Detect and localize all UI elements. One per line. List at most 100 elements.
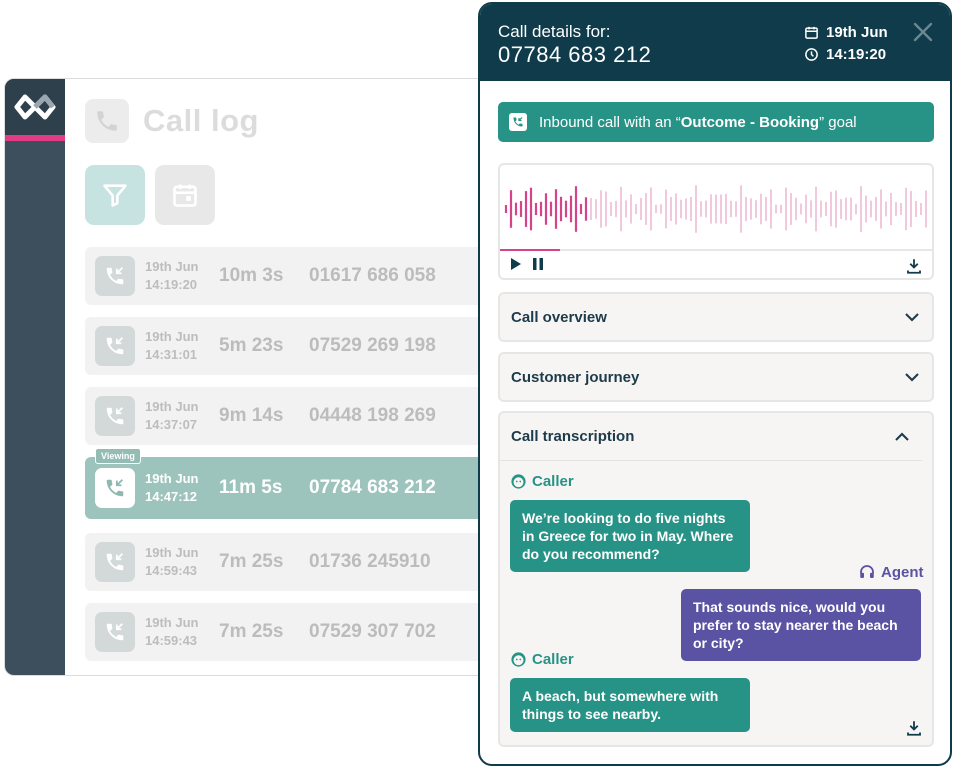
goal-banner: Inbound call with an “Outcome - Booking”…: [498, 102, 934, 142]
audio-player: [498, 163, 934, 280]
row-datetime: 19th Jun 14:59:43: [145, 614, 219, 650]
sidebar: [5, 79, 65, 675]
call-time-text: 14:19:20: [826, 45, 887, 63]
row-number: 07529 269 198: [309, 335, 436, 356]
chevron-up-icon: [895, 432, 909, 441]
row-datetime: 19th Jun 14:59:43: [145, 544, 219, 580]
row-datetime: 19th Jun 14:31:01: [145, 328, 219, 364]
row-number: 04448 198 269: [309, 405, 436, 426]
incoming-call-icon: [106, 479, 124, 497]
close-icon: [913, 22, 933, 42]
row-time: 14:19:20: [145, 277, 198, 292]
row-date: 19th Jun: [145, 471, 199, 486]
message-bubble: We’re looking to do five nights in Greec…: [510, 500, 750, 572]
row-icon: [95, 468, 135, 508]
panel-header: Call details for: 07784 683 212 19th Jun…: [480, 4, 950, 81]
row-date: 19th Jun: [145, 399, 199, 414]
calendar-icon: [173, 184, 197, 207]
filter-icon: [103, 184, 127, 207]
clock-icon: [805, 47, 818, 61]
panel-label: Call details for:: [498, 22, 611, 41]
row-number: 01736 245910: [309, 551, 431, 572]
speaker-name: Agent: [881, 563, 924, 581]
audio-progress-fill: [500, 249, 561, 251]
player-controls: [509, 257, 545, 271]
row-time: 14:59:43: [145, 563, 198, 578]
row-time: 14:47:12: [145, 489, 198, 504]
row-icon: [95, 612, 135, 652]
goal-icon: [509, 113, 527, 131]
call-overview-accordion[interactable]: Call overview: [498, 292, 934, 342]
logo[interactable]: [5, 79, 65, 141]
pause-icon[interactable]: [531, 257, 545, 271]
row-duration: 5m 23s: [219, 335, 284, 356]
row-number: 07784 683 212: [309, 477, 436, 498]
headset-icon: [860, 565, 874, 578]
row-icon: [95, 542, 135, 582]
audio-waveform[interactable]: [504, 179, 930, 239]
speaker-name: Caller: [532, 473, 574, 490]
viewing-badge: Viewing: [95, 448, 141, 464]
caller-face-icon: [511, 652, 526, 667]
goal-suffix: ” goal: [819, 113, 857, 131]
call-transcription-section: Call transcription Caller We’re looking …: [498, 411, 934, 747]
row-date: 19th Jun: [145, 329, 199, 344]
play-icon[interactable]: [509, 257, 523, 271]
speaker-caller: Caller: [510, 473, 574, 490]
message-bubble: A beach, but somewhere with things to se…: [510, 678, 750, 732]
call-overview-label: Call overview: [511, 308, 607, 326]
row-number: 01617 686 058: [309, 265, 436, 286]
download-icon[interactable]: [905, 719, 923, 737]
row-icon: [95, 396, 135, 436]
row-duration: 7m 25s: [219, 621, 284, 642]
goal-prefix: Inbound call with an “: [539, 113, 681, 131]
call-meta: 19th Jun 14:19:20: [804, 21, 888, 65]
page-header: Call log: [85, 99, 259, 143]
customer-journey-label: Customer journey: [511, 368, 640, 386]
message-bubble: That sounds nice, would you prefer to st…: [681, 589, 921, 661]
caller-face-icon: [511, 474, 526, 489]
date-button[interactable]: [155, 165, 215, 225]
row-duration: 11m 5s: [219, 477, 283, 498]
toolbar: [85, 165, 215, 225]
row-date: 19th Jun: [145, 259, 199, 274]
chevron-down-icon: [905, 313, 919, 322]
calendar-icon: [805, 26, 818, 39]
row-duration: 7m 25s: [219, 551, 284, 572]
row-datetime: 19th Jun 14:37:07: [145, 398, 219, 434]
audio-progress[interactable]: [500, 249, 932, 251]
customer-journey-accordion[interactable]: Customer journey: [498, 352, 934, 402]
row-icon: [95, 326, 135, 366]
row-icon: [95, 256, 135, 296]
panel-phone-number: 07784 683 212: [498, 42, 652, 67]
incoming-call-icon: [106, 267, 124, 285]
call-transcription-header[interactable]: Call transcription: [500, 413, 922, 461]
page-title: Call log: [143, 103, 259, 138]
incoming-call-icon: [106, 407, 124, 425]
incoming-call-icon: [106, 623, 124, 641]
row-duration: 10m 3s: [219, 265, 284, 286]
speaker-name: Caller: [532, 651, 574, 668]
download-icon[interactable]: [905, 257, 923, 275]
incoming-call-icon: [106, 337, 124, 355]
call-date: 19th Jun: [804, 21, 888, 43]
speaker-caller: Caller: [510, 651, 574, 668]
row-datetime: 19th Jun 14:47:12: [145, 470, 219, 506]
call-transcription-label: Call transcription: [511, 428, 635, 445]
incoming-call-icon: [106, 553, 124, 571]
call-date-text: 19th Jun: [826, 23, 888, 41]
row-time: 14:31:01: [145, 347, 198, 362]
logo-icon: [14, 94, 56, 120]
page-icon: [85, 99, 129, 143]
speaker-agent: Agent: [858, 563, 924, 581]
row-date: 19th Jun: [145, 545, 199, 560]
row-time: 14:59:43: [145, 633, 198, 648]
filter-button[interactable]: [85, 165, 145, 225]
close-button[interactable]: [912, 21, 934, 43]
row-date: 19th Jun: [145, 615, 199, 630]
row-number: 07529 307 702: [309, 621, 436, 642]
call-time: 14:19:20: [804, 43, 888, 65]
incoming-call-icon: [513, 117, 523, 127]
row-datetime: 19th Jun 14:19:20: [145, 258, 219, 294]
phone-icon: [97, 111, 117, 131]
